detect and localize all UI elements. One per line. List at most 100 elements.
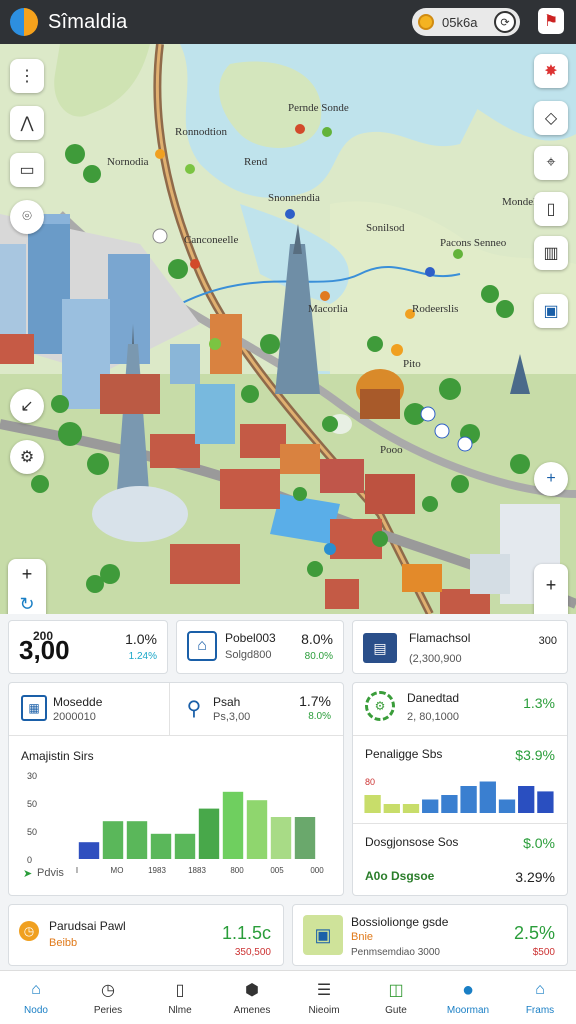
globe-icon: ● [461, 978, 475, 1001]
menu-dots-icon[interactable]: ⋮ [10, 59, 44, 93]
y-tick-label: 0 [27, 855, 32, 865]
chart-title: Penaligge Sbs [365, 747, 443, 761]
search-icon[interactable]: ⚲ [181, 695, 207, 721]
nav-label: Amenes [233, 1005, 271, 1016]
stats-icon[interactable]: ▥ [534, 236, 568, 270]
card-percent-sub: 8.0% [308, 711, 331, 722]
bar [364, 795, 381, 813]
bar [402, 804, 420, 813]
bar [460, 786, 477, 813]
nav-label: Peries [93, 1005, 123, 1016]
stat-card-transit[interactable]: ▤ Flamachsol (2,300,900 300 [352, 620, 568, 674]
city-map[interactable]: Pernde Sonde Ronnodtion Nornodia Rend Sn… [0, 44, 576, 614]
nav-label: Gute [385, 1005, 407, 1016]
rotate-icon[interactable]: ↻ [19, 594, 34, 615]
stat-card-buildings[interactable]: ⌂ Pobel003 Solgd800 8.0% 80.0% [176, 620, 344, 674]
y-tick-label: 50 [27, 827, 37, 837]
bar [537, 791, 554, 813]
nav-item-frames[interactable]: ⌂ Frams [504, 971, 576, 1024]
alert-icon[interactable]: ✸ [534, 54, 568, 88]
map-label: Ronnodtion [175, 126, 227, 138]
x-tick-label: I [76, 866, 78, 875]
refresh-icon[interactable]: ⟳ [494, 11, 516, 33]
profile-icon[interactable]: ⚑ [538, 8, 564, 34]
card-title: A0o Dsgsoe [365, 869, 435, 883]
top-bar: Sîmaldia 05k6a ⟳ ⚑ [0, 0, 576, 44]
map-label: Macorlia [308, 303, 348, 315]
settings-icon[interactable]: ⚙ [10, 440, 44, 474]
card-percent-sub: 350,500 [234, 947, 271, 958]
locate-icon[interactable]: ⌾ [10, 200, 44, 234]
card-percent: $3.9% [515, 747, 555, 763]
stats-panel-left: ▦ Mosedde 2000010 ⚲ Psah Ps,3,00 1.7% 8.… [8, 682, 344, 896]
nav-item-home[interactable]: ⌂ Nodo [0, 971, 72, 1024]
nav-item-amenities[interactable]: ⬢ Amenes [216, 971, 288, 1024]
card-value: 300 [538, 635, 557, 647]
card-percent-sub: $500 [532, 947, 555, 958]
nav-item-globe[interactable]: ● Moorman [432, 971, 504, 1024]
map-label: Mondel [502, 196, 537, 208]
stat-card-population[interactable]: 3,00 200 1.0% 1.24% [8, 620, 168, 674]
route-icon[interactable]: ⋀ [10, 106, 44, 140]
nav-item-phone[interactable]: ▯ Nlme [144, 971, 216, 1024]
bar [498, 799, 516, 813]
add-icon[interactable]: + [534, 462, 568, 496]
stat-card-commerce[interactable]: ▣ Bossiolionge gsde Bnie Penmsemdiao 300… [292, 904, 568, 966]
nav-item-time[interactable]: ◷ Peries [72, 971, 144, 1024]
divider [9, 735, 343, 736]
layers-icon[interactable]: ▭ [10, 153, 44, 187]
image-icon[interactable]: ▣ [534, 294, 568, 328]
card-sub: 2, 80,1000 [407, 711, 459, 723]
bus-icon: ▤ [363, 633, 397, 663]
x-tick-label: 000 [310, 866, 324, 875]
card-percent: $.0% [523, 835, 555, 851]
nav-label: Nlme [168, 1005, 192, 1016]
compass-icon[interactable]: ↙ [10, 389, 44, 423]
bar [479, 781, 496, 813]
bar [294, 817, 316, 859]
building-icon: ⌂ [187, 631, 217, 661]
x-tick-label: MO [111, 866, 124, 875]
card-title: Parudsai Pawl [49, 919, 126, 933]
bar [126, 821, 148, 859]
zoom-panel-right: + ⋯ [534, 564, 568, 614]
card-sub: Bnie [351, 931, 374, 943]
stat-percent: 1.0% [125, 631, 157, 647]
coin-balance[interactable]: 05k6a ⟳ [412, 8, 520, 36]
map-label: Pito [403, 358, 421, 370]
bar [383, 804, 400, 813]
x-tick-label: 005 [270, 866, 284, 875]
divider [353, 735, 567, 736]
nav-label: Frams [525, 1005, 555, 1016]
card-percent: 1.1.5c [221, 923, 271, 943]
nav-label: Nodo [24, 1005, 48, 1016]
x-tick-label: 1883 [188, 866, 206, 875]
map-label: Canconeelle [184, 234, 239, 246]
navigate-icon[interactable]: ◇ [534, 101, 568, 135]
map-label: Nornodia [107, 156, 149, 168]
stat-prefix: 200 [33, 629, 54, 643]
bottom-nav: ⌂ Nodo ◷ Peries ▯ Nlme ⬢ Amenes ☰ Nieoim ◫ Gut… [0, 970, 576, 1024]
zoom-in-icon[interactable]: + [22, 564, 33, 585]
card-title: Bossiolionge gsde [351, 915, 449, 929]
card-percent: 2.5% [513, 923, 555, 943]
map-label: Sonilsod [366, 222, 405, 234]
x-tick-label: 800 [230, 866, 244, 875]
zoom-panel-left: + ↻ ⊙ [8, 559, 46, 614]
map-label: Pooo [380, 444, 403, 456]
nav-item-guide[interactable]: ◫ Gute [360, 971, 432, 1024]
home-icon: ⌂ [31, 981, 41, 998]
target-icon[interactable]: ⌖ [534, 146, 568, 180]
frames-icon: ⌂ [535, 981, 545, 998]
stat-card-park[interactable]: ◷ Parudsai Pawl Beibb 1.1.5c 350,500 [8, 904, 284, 966]
bar-chart-right [364, 781, 554, 813]
nav-item-list[interactable]: ☰ Nieoim [288, 971, 360, 1024]
card-title: Mosedde [53, 695, 103, 709]
gear-icon: ⚙ [365, 691, 395, 721]
bookmark-icon[interactable]: ▯ [534, 192, 568, 226]
card-title: Pobel003 [225, 631, 276, 645]
bar [270, 817, 292, 859]
guide-icon: ◫ [388, 982, 404, 999]
divider [353, 823, 567, 824]
zoom-in-icon[interactable]: + [546, 575, 557, 596]
